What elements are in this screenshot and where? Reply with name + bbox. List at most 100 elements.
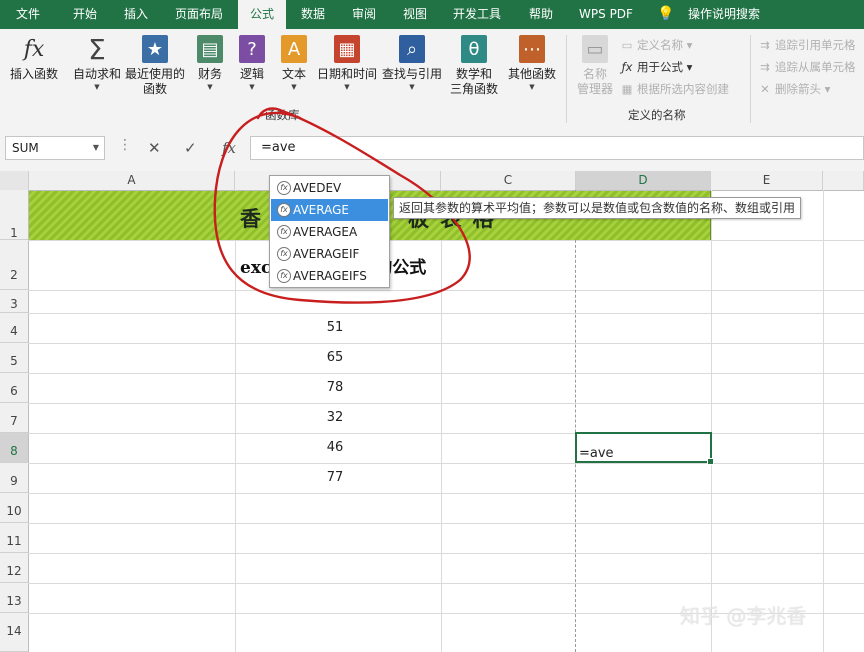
theta-book-icon: θ — [461, 35, 487, 63]
autosum-button[interactable]: Σ 自动求和 ▼ — [70, 32, 124, 92]
cancel-icon[interactable]: ✕ — [148, 139, 161, 157]
gridline — [28, 313, 864, 314]
column-header-c[interactable]: C — [441, 171, 576, 190]
fill-handle[interactable] — [707, 458, 714, 465]
autocomplete-item[interactable]: fx AVERAGE — [271, 199, 388, 221]
gridline — [28, 493, 864, 494]
gridline — [28, 240, 864, 241]
ribbon-separator — [750, 35, 751, 123]
dropdown-arrow-icon: ▼ — [249, 83, 255, 91]
cell-b8[interactable]: 46 — [235, 440, 435, 455]
tab-view[interactable]: 视图 — [390, 0, 440, 29]
active-cell-d8[interactable]: =ave — [575, 432, 714, 465]
cell-b6[interactable]: 78 — [235, 380, 435, 395]
dropdown-arrow-icon: ▼ — [529, 83, 535, 91]
column-header-e[interactable]: E — [711, 171, 823, 190]
tab-home[interactable]: 开始 — [56, 0, 114, 29]
logical-button[interactable]: ? 逻辑 ▼ — [234, 35, 270, 92]
trace-arrow-icon: ⇉ — [760, 60, 770, 74]
gridline — [28, 290, 864, 291]
trace-dependents-button[interactable]: ⇉ 追踪从属单元格 — [758, 59, 855, 75]
tab-data[interactable]: 数据 — [288, 0, 338, 29]
use-in-formula-button[interactable]: ƒx 用于公式 ▾ — [620, 59, 693, 75]
column-header-d[interactable]: D — [576, 171, 711, 190]
row-header[interactable]: 7 — [0, 403, 28, 433]
calendar-book-icon: ▦ — [334, 35, 360, 63]
remove-arrows-icon: ✕ — [760, 82, 770, 96]
tab-help[interactable]: 帮助 — [518, 0, 564, 29]
insert-function-button[interactable]: fx 插入函数 — [6, 35, 62, 82]
row-header[interactable]: 1 — [0, 190, 28, 240]
row-header[interactable]: 12 — [0, 553, 28, 583]
autocomplete-item[interactable]: fx AVEDEV — [271, 177, 388, 199]
row-header[interactable]: 8 — [0, 433, 28, 463]
row-header[interactable]: 10 — [0, 493, 28, 523]
column-headers: A B C D E — [0, 171, 864, 191]
row-header[interactable]: 9 — [0, 463, 28, 493]
function-autocomplete-list: fx AVEDEV fx AVERAGE fx AVERAGEA fx AVERAGEI… — [269, 175, 390, 288]
more-functions-button[interactable]: ⋯ 其他函数 ▼ — [506, 35, 558, 92]
text-button[interactable]: A 文本 ▼ — [276, 35, 312, 92]
row-header[interactable]: 6 — [0, 373, 28, 403]
more-options-icon: ⋮ — [118, 137, 132, 153]
chevron-down-icon: ▼ — [92, 143, 99, 152]
function-icon: fx — [277, 203, 291, 217]
datetime-button[interactable]: ▦ 日期和时间 ▼ — [314, 35, 380, 92]
trace-arrow-icon: ⇉ — [760, 38, 770, 52]
function-library-group-label: 函数库 — [265, 108, 300, 122]
financial-button[interactable]: ▤ 财务 ▼ — [192, 35, 228, 92]
column-header-f[interactable] — [823, 171, 864, 190]
row-header[interactable]: 3 — [0, 290, 28, 313]
enter-icon[interactable]: ✓ — [184, 139, 197, 157]
tab-page-layout[interactable]: 页面布局 — [160, 0, 238, 29]
cell-b4[interactable]: 51 — [235, 320, 435, 335]
tell-me-search[interactable]: 操作说明搜索 — [682, 0, 766, 29]
define-name-button[interactable]: ▭ 定义名称 ▾ — [620, 37, 693, 53]
row-header[interactable]: 13 — [0, 583, 28, 613]
autocomplete-item[interactable]: fx AVERAGEA — [271, 221, 388, 243]
row-header[interactable]: 14 — [0, 613, 28, 652]
financial-book-icon: ▤ — [197, 35, 223, 63]
row-header[interactable]: 5 — [0, 343, 28, 373]
insert-function-icon[interactable]: fx — [222, 139, 236, 157]
ribbon: fx 插入函数 Σ 自动求和 ▼ ★ 最近使用的 函数 ▤ 财务 ▼ ? 逻辑 … — [0, 29, 864, 130]
create-from-selection-button[interactable]: ▦ 根据所选内容创建 — [620, 81, 729, 97]
trace-precedents-button[interactable]: ⇉ 追踪引用单元格 — [758, 37, 855, 53]
row-header[interactable]: 2 — [0, 240, 28, 290]
tab-insert[interactable]: 插入 — [114, 0, 158, 29]
cell-b5[interactable]: 65 — [235, 350, 435, 365]
cell-b9[interactable]: 77 — [235, 470, 435, 485]
name-box[interactable]: SUM ▼ — [5, 136, 105, 160]
math-trig-button[interactable]: θ 数学和 三角函数 — [446, 35, 502, 97]
function-icon: fx — [277, 247, 291, 261]
magnifier-book-icon: ⌕ — [399, 35, 425, 63]
gridline — [28, 403, 864, 404]
tab-file[interactable]: 文件 — [0, 0, 56, 29]
menu-bar: 文件 开始 插入 页面布局 公式 数据 审阅 视图 开发工具 帮助 WPS PD… — [0, 0, 864, 29]
formula-input[interactable]: =ave — [250, 136, 864, 160]
star-book-icon: ★ — [142, 35, 168, 63]
remove-arrows-button[interactable]: ✕ 删除箭头 ▾ — [758, 81, 830, 97]
page-break-line — [575, 190, 576, 652]
gridline — [28, 463, 864, 464]
column-header-a[interactable]: A — [29, 171, 235, 190]
row-header[interactable]: 4 — [0, 313, 28, 343]
gridline — [28, 583, 864, 584]
gridline — [823, 190, 824, 652]
autocomplete-item[interactable]: fx AVERAGEIF — [271, 243, 388, 265]
recent-functions-button[interactable]: ★ 最近使用的 函数 — [124, 35, 186, 97]
tab-wps-pdf[interactable]: WPS PDF — [568, 0, 644, 29]
function-icon: fx — [277, 225, 291, 239]
row-header[interactable]: 11 — [0, 523, 28, 553]
tab-formulas[interactable]: 公式 — [238, 0, 286, 29]
lookup-reference-button[interactable]: ⌕ 查找与引用 ▼ — [380, 35, 444, 92]
name-manager-button[interactable]: ▭ 名称 管理器 — [572, 35, 618, 97]
gridline — [441, 190, 442, 652]
tab-review[interactable]: 审阅 — [338, 0, 390, 29]
dropdown-arrow-icon: ▼ — [207, 83, 213, 91]
select-all-corner[interactable] — [0, 171, 29, 190]
sigma-icon: Σ — [88, 32, 106, 66]
tab-developer[interactable]: 开发工具 — [442, 0, 512, 29]
cell-b7[interactable]: 32 — [235, 410, 435, 425]
autocomplete-item[interactable]: fx AVERAGEIFS — [271, 265, 388, 287]
